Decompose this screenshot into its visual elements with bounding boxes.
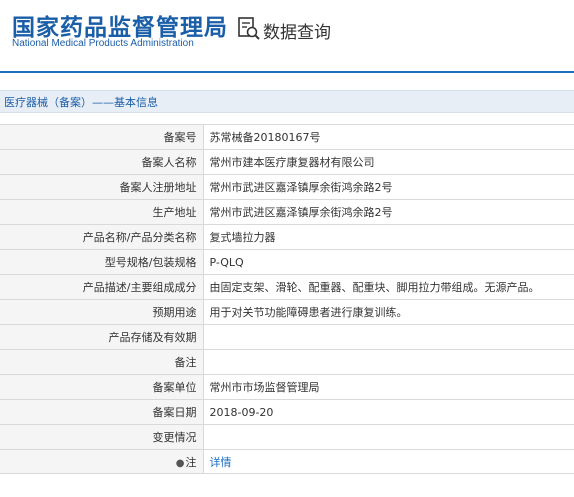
table-row: 变更情况: [0, 424, 574, 450]
field-label: 备案人注册地址: [0, 174, 204, 200]
field-label: 生产地址: [0, 199, 204, 225]
data-query-title: 数据查询: [263, 23, 331, 43]
header-divider: [0, 71, 574, 73]
table-row: 生产地址 常州市武进区嘉泽镇厚余街鸿余路2号: [0, 199, 574, 225]
lightbulb-icon: ●: [175, 457, 185, 469]
field-value: 2018-09-20: [203, 399, 574, 425]
table-row: 产品名称/产品分类名称 复式墙拉力器: [0, 224, 574, 250]
field-value: [203, 324, 574, 350]
table-row: 备案人注册地址 常州市武进区嘉泽镇厚余街鸿余路2号: [0, 174, 574, 200]
field-value: 常州市武进区嘉泽镇厚余街鸿余路2号: [203, 174, 574, 200]
site-logo-cn[interactable]: 国家药品监督管理局: [12, 8, 228, 42]
note-value-cell: 详情: [203, 449, 574, 474]
field-value: [203, 424, 574, 450]
field-value: 由固定支架、滑轮、配重器、配重块、脚用拉力带组成。无源产品。: [203, 274, 574, 300]
field-label: 产品存储及有效期: [0, 324, 204, 350]
field-value: [203, 349, 574, 375]
field-label: 备案日期: [0, 399, 204, 425]
field-label: 产品描述/主要组成成分: [0, 274, 204, 300]
table-row: 备案人名称 常州市建本医疗康复器材有限公司: [0, 149, 574, 175]
site-logo-en: National Medical Products Administration: [12, 38, 194, 49]
field-value: 复式墙拉力器: [203, 224, 574, 250]
field-label: 备案号: [0, 124, 204, 150]
field-label: 变更情况: [0, 424, 204, 450]
details-link[interactable]: 详情: [210, 456, 232, 469]
field-label: 预期用途: [0, 299, 204, 325]
note-label: 注: [185, 455, 197, 469]
table-row: 产品存储及有效期: [0, 324, 574, 350]
search-document-icon: [238, 17, 260, 40]
table-row: 备案号 苏常械备20180167号: [0, 124, 574, 150]
breadcrumb: 医疗器械（备案）——基本信息: [0, 90, 574, 113]
field-label: 备注: [0, 349, 204, 375]
table-row: 产品描述/主要组成成分 由固定支架、滑轮、配重器、配重块、脚用拉力带组成。无源产品…: [0, 274, 574, 300]
table-row: 型号规格/包装规格 P-QLQ: [0, 249, 574, 275]
field-value: 常州市武进区嘉泽镇厚余街鸿余路2号: [203, 199, 574, 225]
field-label: 型号规格/包装规格: [0, 249, 204, 275]
field-value: P-QLQ: [203, 249, 574, 275]
field-value: 常州市市场监督管理局: [203, 374, 574, 400]
table-row: 备注: [0, 349, 574, 375]
field-label: 备案单位: [0, 374, 204, 400]
field-value: 用于对关节功能障碍患者进行康复训练。: [203, 299, 574, 325]
field-label: 备案人名称: [0, 149, 204, 175]
field-value: 常州市建本医疗康复器材有限公司: [203, 149, 574, 175]
field-value: 苏常械备20180167号: [203, 124, 574, 150]
field-label: 产品名称/产品分类名称: [0, 224, 204, 250]
table-row: 备案单位 常州市市场监督管理局: [0, 374, 574, 400]
table-row: 预期用途 用于对关节功能障碍患者进行康复训练。: [0, 299, 574, 325]
note-row: ●注 详情: [0, 449, 574, 474]
record-detail-table: 备案号 苏常械备20180167号 备案人名称 常州市建本医疗康复器材有限公司 备案人注…: [0, 124, 574, 474]
site-header: 国家药品监督管理局 National Medical Products Admi…: [0, 0, 574, 73]
note-label-cell: ●注: [0, 449, 204, 474]
table-row: 备案日期 2018-09-20: [0, 399, 574, 425]
